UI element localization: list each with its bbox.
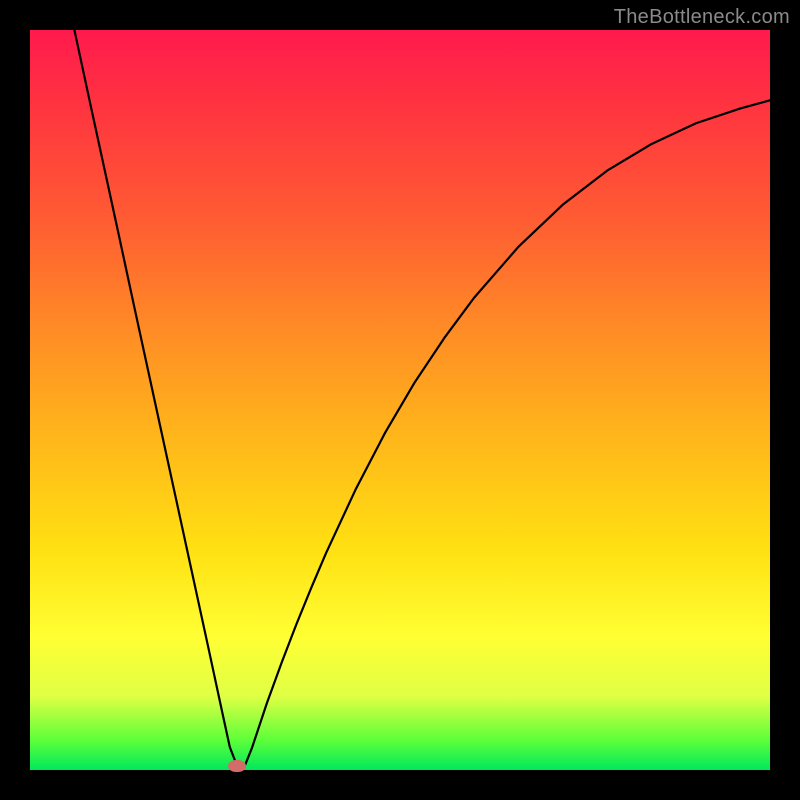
plot-area (30, 30, 770, 770)
bottleneck-curve (30, 30, 770, 770)
watermark-text: TheBottleneck.com (614, 6, 790, 29)
chart-frame: TheBottleneck.com (0, 0, 800, 800)
optimum-point-marker (228, 760, 246, 772)
